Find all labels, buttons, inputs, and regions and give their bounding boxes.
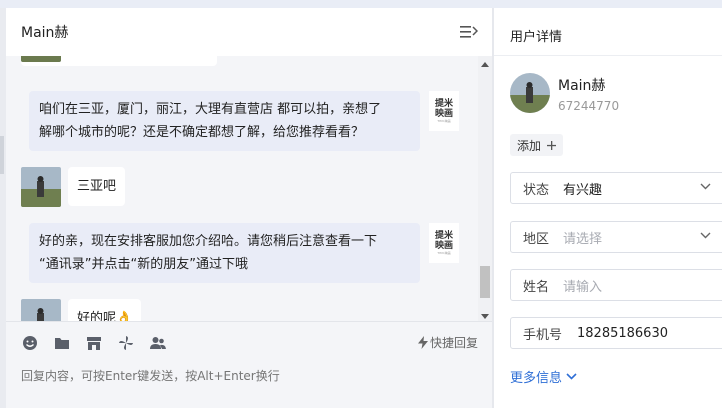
name-placeholder: 请输入 [563,279,603,295]
detail-header: 用户详情 [494,8,722,56]
scroll-up-arrow-icon[interactable] [481,62,489,67]
message-bubble-incoming: 好的呢👌 [68,299,142,321]
chevron-down-icon [566,373,577,380]
phone-value: 18285186630 [577,325,668,341]
more-info-link[interactable]: 更多信息 [510,367,577,386]
more-info-label: 更多信息 [510,371,563,386]
store-icon[interactable] [85,334,103,352]
chat-header: Main赫 [6,8,492,56]
brand-logo-line1: 提米 [434,231,453,241]
brand-logo[interactable]: 提米 映画 TIMI·映画 [429,223,459,263]
brand-logo-line2: 映画 [434,109,453,119]
message-bubble-incoming: 三亚吧 [68,167,126,206]
chat-scrollbar[interactable] [478,56,492,321]
add-tag-label: 添加 [517,138,542,153]
region-label: 地区 [523,231,550,247]
folder-icon[interactable] [53,334,71,352]
message-text: 解哪个城市的呢？还是不确定都想了解，给您推荐看看？ [39,125,365,140]
brand-logo-line1: 提米 [434,99,453,109]
add-tag-button[interactable]: 添加 [510,134,564,156]
region-select[interactable]: 地区 请选择 [510,221,722,253]
name-field[interactable]: 姓名 请输入 [510,269,722,301]
status-label: 状态 [523,182,550,198]
phone-label: 手机号 [523,327,563,343]
message-text: “通讯录”并点击“新的朋友”通过下哦 [39,257,248,272]
phone-field[interactable]: 手机号 18285186630 [510,317,722,349]
user-detail-panel: 用户详情 Main赫 67244770 添加 状态 有兴趣 地区 请选择 姓名 … [494,8,722,408]
status-value: 有兴趣 [563,182,603,198]
message-text: 好的呢👌 [77,311,133,321]
contacts-icon[interactable] [149,334,167,352]
user-id: 67244770 [558,99,620,113]
lightning-icon [417,336,428,349]
emoji-icon[interactable] [21,334,39,352]
avatar[interactable] [21,299,61,321]
chat-title: Main赫 [21,25,69,41]
brand-logo-tagline: TIMI·映画 [437,251,451,255]
message-text: 三亚吧 [77,179,117,194]
region-placeholder: 请选择 [563,231,603,247]
brand-logo-line2: 映画 [434,241,453,251]
user-avatar[interactable] [510,73,550,113]
message-bubble-outgoing: 好的亲，现在安排客服加您介绍哈。请您稍后注意查看一下 “通讯录”并点击“新的朋友… [29,223,420,283]
quick-reply-label: 快捷回复 [429,336,478,350]
status-select[interactable]: 状态 有兴趣 [510,172,722,204]
name-label: 姓名 [523,279,550,295]
chat-panel: Main赫 咱们在三亚，厦门，丽江，大理有直营店 都可以拍，亲想了 解哪个城市的… [6,8,492,408]
message-bubble-outgoing: 咱们在三亚，厦门，丽江，大理有直营店 都可以拍，亲想了 解哪个城市的呢？还是不确… [29,91,420,151]
top-strip [0,0,722,8]
compose-toolbar [21,334,167,352]
plus-icon [547,140,557,150]
menu-icon[interactable] [460,24,478,40]
avatar[interactable] [21,56,61,62]
message-text: 咱们在三亚，厦门，丽江，大理有直营店 都可以拍，亲想了 [39,102,382,117]
user-name: Main赫 [558,78,606,94]
chevron-down-icon [700,183,711,190]
quick-reply-button[interactable]: 快捷回复 [417,334,478,351]
brand-logo[interactable]: 提米 映画 TIMI·映画 [429,91,459,131]
chevron-down-icon [700,232,711,239]
left-edge-tab[interactable] [0,136,4,174]
message-input[interactable] [21,365,477,387]
brand-logo-tagline: TIMI·映画 [437,119,451,123]
avatar[interactable] [21,167,61,207]
detail-title: 用户详情 [510,30,563,45]
scroll-down-arrow-icon[interactable] [481,314,489,319]
compose-area: 快捷回复 [6,321,492,408]
pinwheel-icon[interactable] [117,334,135,352]
scrollbar-thumb[interactable] [480,266,490,298]
message-list[interactable]: 咱们在三亚，厦门，丽江，大理有直营店 都可以拍，亲想了 解哪个城市的呢？还是不确… [6,56,478,321]
message-text: 好的亲，现在安排客服加您介绍哈。请您稍后注意查看一下 [39,234,378,249]
